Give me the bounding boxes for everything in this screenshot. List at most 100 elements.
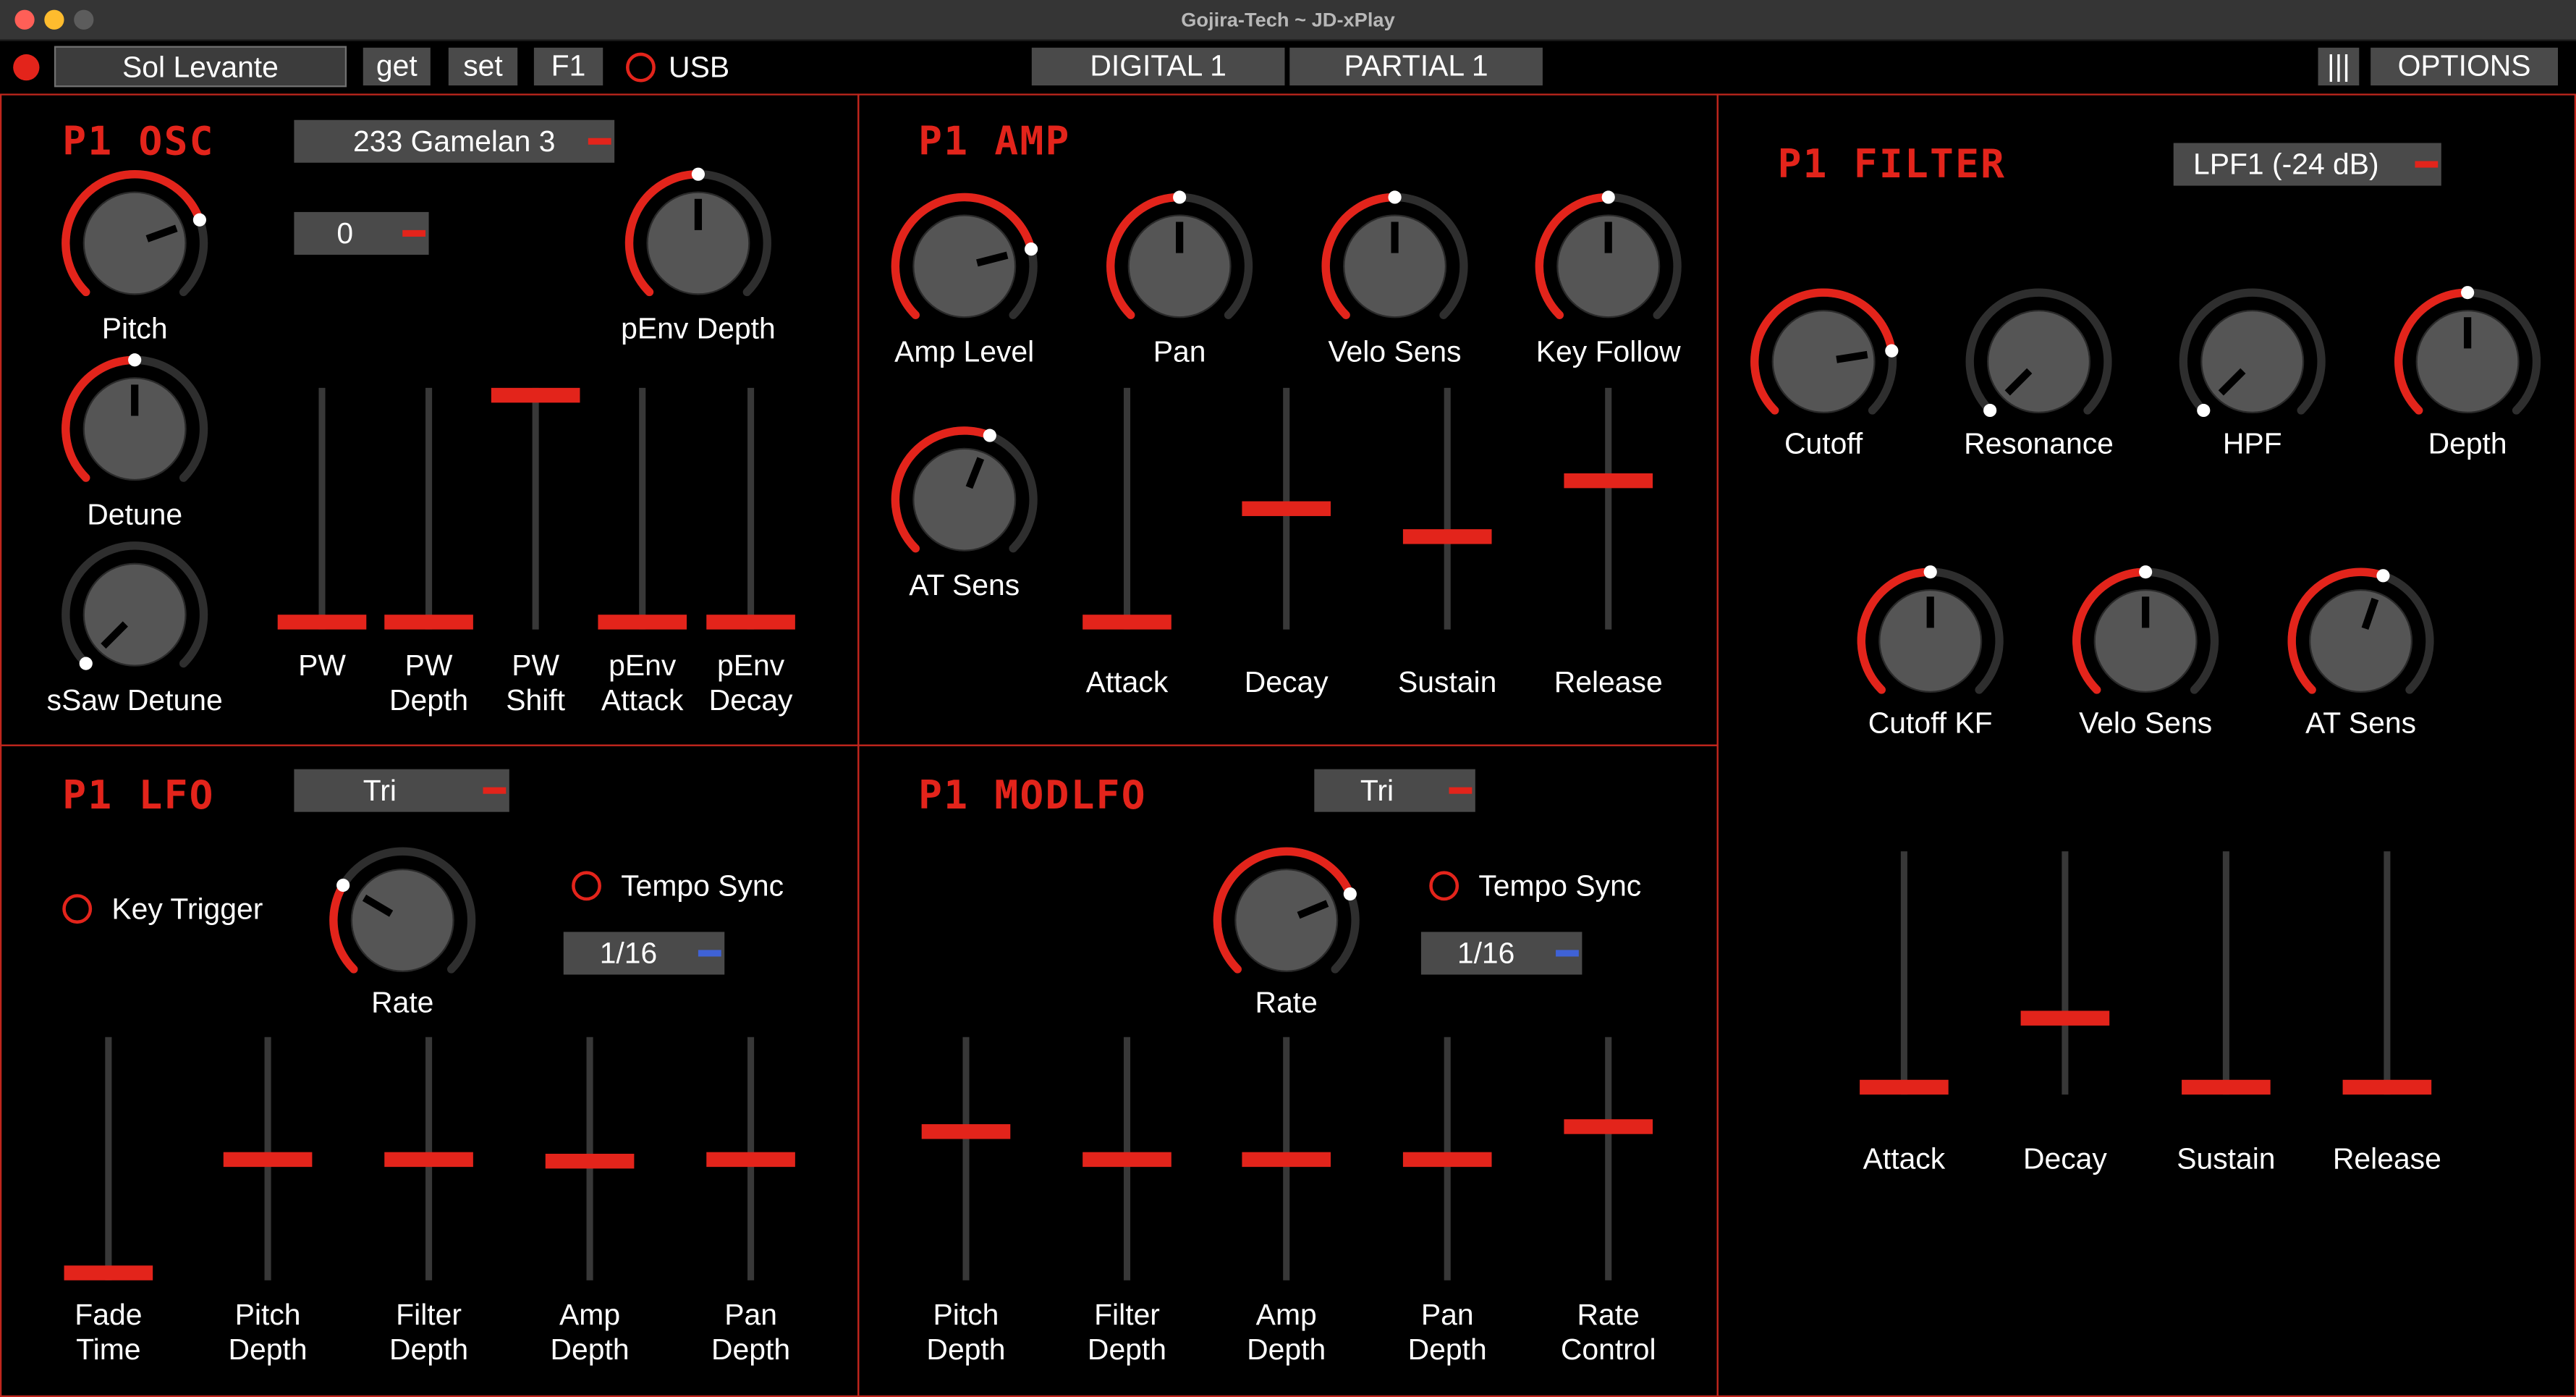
penv-depth-knob[interactable]: [1, 96, 771, 297]
slider-thumb[interactable]: [1564, 1119, 1653, 1134]
osc-wave-gain-select[interactable]: 0: [294, 211, 429, 255]
knob-dot: [1885, 344, 1899, 358]
bars-button[interactable]: |||: [2318, 47, 2360, 86]
usb-radio[interactable]: [626, 52, 656, 83]
digital-part-selector[interactable]: DIGITAL 1: [1031, 47, 1285, 86]
amp-at-sens-label: AT Sens: [909, 568, 1020, 602]
filter-sustain-slider[interactable]: [2182, 851, 2271, 1095]
filter-release-slider[interactable]: [2342, 851, 2432, 1095]
lfo-pan-depth-label-2: Depth: [711, 1333, 791, 1366]
get-button[interactable]: get: [363, 47, 431, 86]
modlfo-filter-depth-label-2: Depth: [1087, 1333, 1167, 1366]
penv-attack-slider[interactable]: [598, 387, 687, 630]
amp-sustain-label: Sustain: [1398, 665, 1497, 699]
slider-thumb[interactable]: [491, 387, 580, 403]
slider-thumb[interactable]: [1242, 1151, 1331, 1166]
pw-shift-slider[interactable]: [491, 387, 580, 630]
pw-depth-slider[interactable]: [384, 387, 473, 630]
modlfo-rate-knob[interactable]: [859, 746, 1360, 974]
lfo-shape-select[interactable]: Tri: [294, 769, 509, 812]
preset-name-field[interactable]: Sol Levante: [54, 46, 347, 88]
slider-track: [1444, 387, 1451, 630]
detune-label: Detune: [87, 497, 183, 531]
partial-selector[interactable]: PARTIAL 1: [1289, 47, 1543, 86]
slider-thumb[interactable]: [2342, 1079, 2432, 1095]
slider-thumb[interactable]: [706, 1151, 795, 1166]
modlfo-filter-depth-slider[interactable]: [1082, 1037, 1172, 1280]
options-button[interactable]: OPTIONS: [2370, 47, 2559, 86]
key-trigger-label: Key Trigger: [111, 892, 263, 926]
slider-thumb[interactable]: [1082, 615, 1172, 630]
lfo-panel: P1 LFO Tri Key Trigger Rate Tempo Sync 1…: [0, 744, 860, 1397]
lfo-filter-depth-slider[interactable]: [384, 1037, 473, 1280]
modlfo-amp-depth-label-2: Depth: [1247, 1333, 1326, 1366]
slider-thumb[interactable]: [1860, 1079, 1949, 1095]
slider-thumb[interactable]: [277, 615, 367, 630]
slider-thumb[interactable]: [1242, 501, 1331, 516]
slider-thumb[interactable]: [64, 1265, 153, 1280]
modlfo-tempo-sync-radio[interactable]: [1429, 871, 1459, 901]
resonance-label: Resonance: [1964, 427, 2114, 460]
slider-thumb[interactable]: [2182, 1079, 2271, 1095]
lfo-rate-knob[interactable]: [1, 746, 476, 974]
modlfo-rate-control-slider[interactable]: [1564, 1037, 1653, 1280]
slider-thumb[interactable]: [1082, 1151, 1172, 1166]
filter-decay-label: Decay: [2022, 1142, 2107, 1176]
filter-decay-slider[interactable]: [2020, 851, 2110, 1095]
lfo-pitch-depth-slider[interactable]: [223, 1037, 313, 1280]
filter-panel: P1 FILTER LPF1 (-24 dB) Cutoff Resonance…: [1716, 93, 2576, 1397]
slider-thumb[interactable]: [223, 1151, 313, 1166]
modlfo-amp-depth-slider[interactable]: [1242, 1037, 1331, 1280]
knob-dot: [336, 878, 350, 892]
amp-decay-label: Decay: [1244, 665, 1329, 699]
slider-thumb[interactable]: [545, 1153, 635, 1169]
f1-button[interactable]: F1: [533, 47, 603, 86]
amp-decay-slider[interactable]: [1242, 387, 1331, 630]
slider-thumb[interactable]: [1564, 473, 1653, 489]
modlfo-sync-note-select[interactable]: 1/16: [1420, 932, 1583, 975]
amp-at-sens-knob[interactable]: [859, 96, 1038, 553]
penv-decay-slider[interactable]: [706, 387, 795, 630]
lfo-amp-depth-slider[interactable]: [545, 1037, 635, 1280]
modlfo-filter-depth-label-1: Filter: [1094, 1298, 1160, 1332]
lfo-pan-depth-slider[interactable]: [706, 1037, 795, 1280]
key-trigger-radio[interactable]: [62, 894, 93, 924]
slider-thumb[interactable]: [1402, 1151, 1492, 1166]
combo-marker: [1556, 950, 1579, 957]
lfo-tempo-sync-radio[interactable]: [572, 871, 601, 901]
slider-thumb[interactable]: [921, 1123, 1011, 1139]
knob-value-arc: [329, 881, 358, 974]
knob-body: [82, 191, 187, 295]
ssaw-detune-label: sSaw Detune: [46, 683, 223, 717]
knob-dot: [1983, 403, 1997, 418]
osc-waveform-value: 233 Gamelan 3: [353, 124, 556, 158]
slider-thumb[interactable]: [598, 615, 687, 630]
hpf-label: HPF: [2222, 427, 2282, 460]
filter-attack-slider[interactable]: [1860, 851, 1949, 1095]
amp-release-slider[interactable]: [1564, 387, 1653, 630]
amp-sustain-slider[interactable]: [1402, 387, 1492, 630]
lfo-sync-note-select[interactable]: 1/16: [563, 932, 725, 975]
osc-waveform-select[interactable]: 233 Gamelan 3: [294, 119, 615, 163]
filter-type-select[interactable]: LPF1 (-24 dB): [2173, 143, 2441, 186]
amp-attack-slider[interactable]: [1082, 387, 1172, 630]
slider-thumb[interactable]: [2020, 1011, 2110, 1026]
modlfo-pan-depth-slider[interactable]: [1402, 1037, 1492, 1280]
modlfo-pitch-depth-slider[interactable]: [921, 1037, 1011, 1280]
pw-slider[interactable]: [277, 387, 367, 630]
set-button[interactable]: set: [448, 47, 518, 86]
slider-thumb[interactable]: [384, 1151, 473, 1166]
modlfo-rate-control-label-2: Control: [1560, 1333, 1656, 1366]
lfo-pitch-depth-label-1: Pitch: [234, 1298, 301, 1332]
slider-thumb[interactable]: [706, 615, 795, 630]
slider-thumb[interactable]: [1402, 528, 1492, 544]
combo-marker: [698, 950, 721, 957]
knob-dot: [983, 429, 996, 442]
amp-attack-label: Attack: [1085, 665, 1169, 699]
filter-at-sens-knob[interactable]: [1719, 96, 2434, 694]
modlfo-shape-select[interactable]: Tri: [1314, 769, 1475, 812]
slider-thumb[interactable]: [384, 615, 473, 630]
lfo-fade-time-slider[interactable]: [64, 1037, 153, 1280]
lfo-pan-depth-label-1: Pan: [724, 1298, 777, 1332]
knob-dot: [2197, 403, 2211, 418]
